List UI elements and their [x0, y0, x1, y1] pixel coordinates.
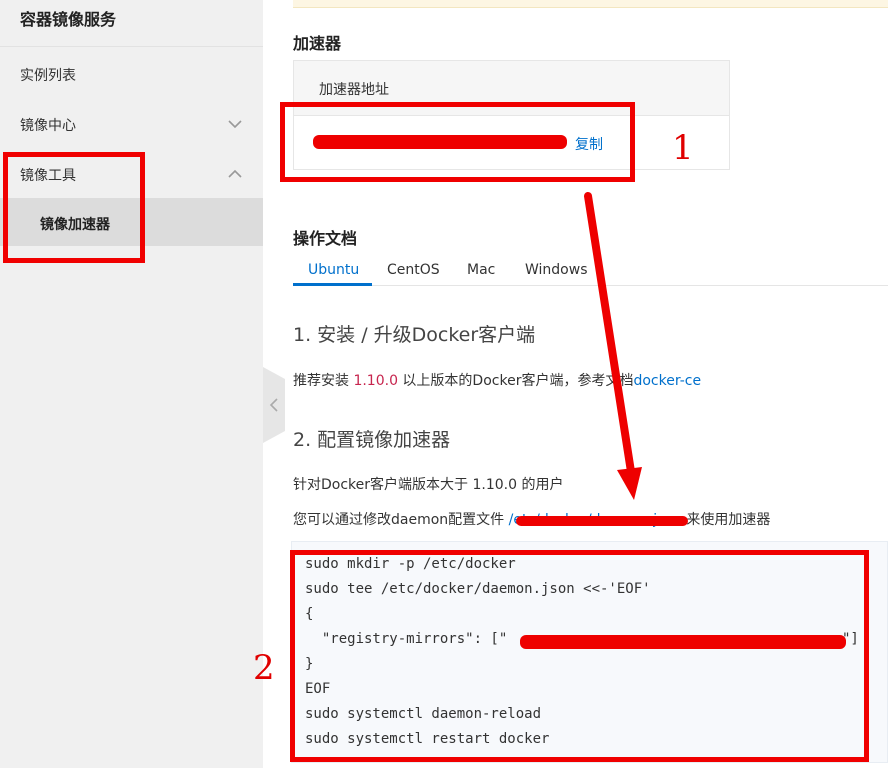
- tab-ubuntu[interactable]: Ubuntu: [308, 262, 359, 278]
- underline-mark: [516, 516, 688, 526]
- step1-text-after: 以上版本的Docker客户端，参考文档: [397, 373, 634, 389]
- tab-mac[interactable]: Mac: [467, 262, 495, 278]
- step2-title: 2. 配置镜像加速器: [293, 429, 451, 451]
- os-tabs: Ubuntu CentOS Mac Windows: [293, 256, 888, 286]
- service-title: 容器镜像服务: [20, 10, 117, 29]
- sidebar-item-image-center[interactable]: 镜像中心: [0, 100, 263, 148]
- step2-line2-before: 您可以通过修改daemon配置文件: [293, 512, 509, 528]
- notice-bar: [293, 0, 888, 8]
- docker-ce-link[interactable]: docker-ce: [633, 373, 701, 389]
- chevron-up-icon: [228, 169, 242, 178]
- sidebar-divider: [0, 46, 263, 47]
- chevron-down-icon: [228, 120, 242, 129]
- redaction-mark: [520, 635, 846, 649]
- active-tab-indicator: [293, 283, 372, 286]
- annotation-box-code: [290, 550, 869, 762]
- accelerator-heading: 加速器: [293, 34, 342, 53]
- docs-heading: 操作文档: [293, 229, 358, 248]
- tab-centos[interactable]: CentOS: [387, 262, 440, 278]
- step1-title: 1. 安装 / 升级Docker客户端: [293, 324, 536, 346]
- accelerator-address-header: 加速器地址: [319, 82, 389, 98]
- step2-line2-after: 来使用加速器: [681, 512, 771, 528]
- sidebar-item-label: 实例列表: [20, 68, 76, 84]
- annotation-label-2: 2: [253, 648, 275, 688]
- step1-text-before: 推荐安装: [293, 373, 354, 389]
- annotation-label-1: 1: [672, 128, 694, 168]
- sidebar-item-label: 镜像中心: [20, 118, 76, 134]
- sidebar-collapse-button[interactable]: [263, 367, 285, 443]
- version-number: 1.10.0: [353, 373, 398, 389]
- redaction-mark: [313, 135, 567, 149]
- tab-windows[interactable]: Windows: [525, 262, 588, 278]
- sidebar: 容器镜像服务 实例列表 镜像中心 镜像工具 镜像加速器: [0, 0, 263, 768]
- sidebar-item-instance-list[interactable]: 实例列表: [0, 50, 263, 98]
- annotation-box-sidebar: [3, 152, 145, 263]
- step1-text: 推荐安装 1.10.0 以上版本的Docker客户端，参考文档docker-ce: [293, 370, 701, 390]
- step2-line1: 针对Docker客户端版本大于 1.10.0 的用户: [293, 477, 564, 493]
